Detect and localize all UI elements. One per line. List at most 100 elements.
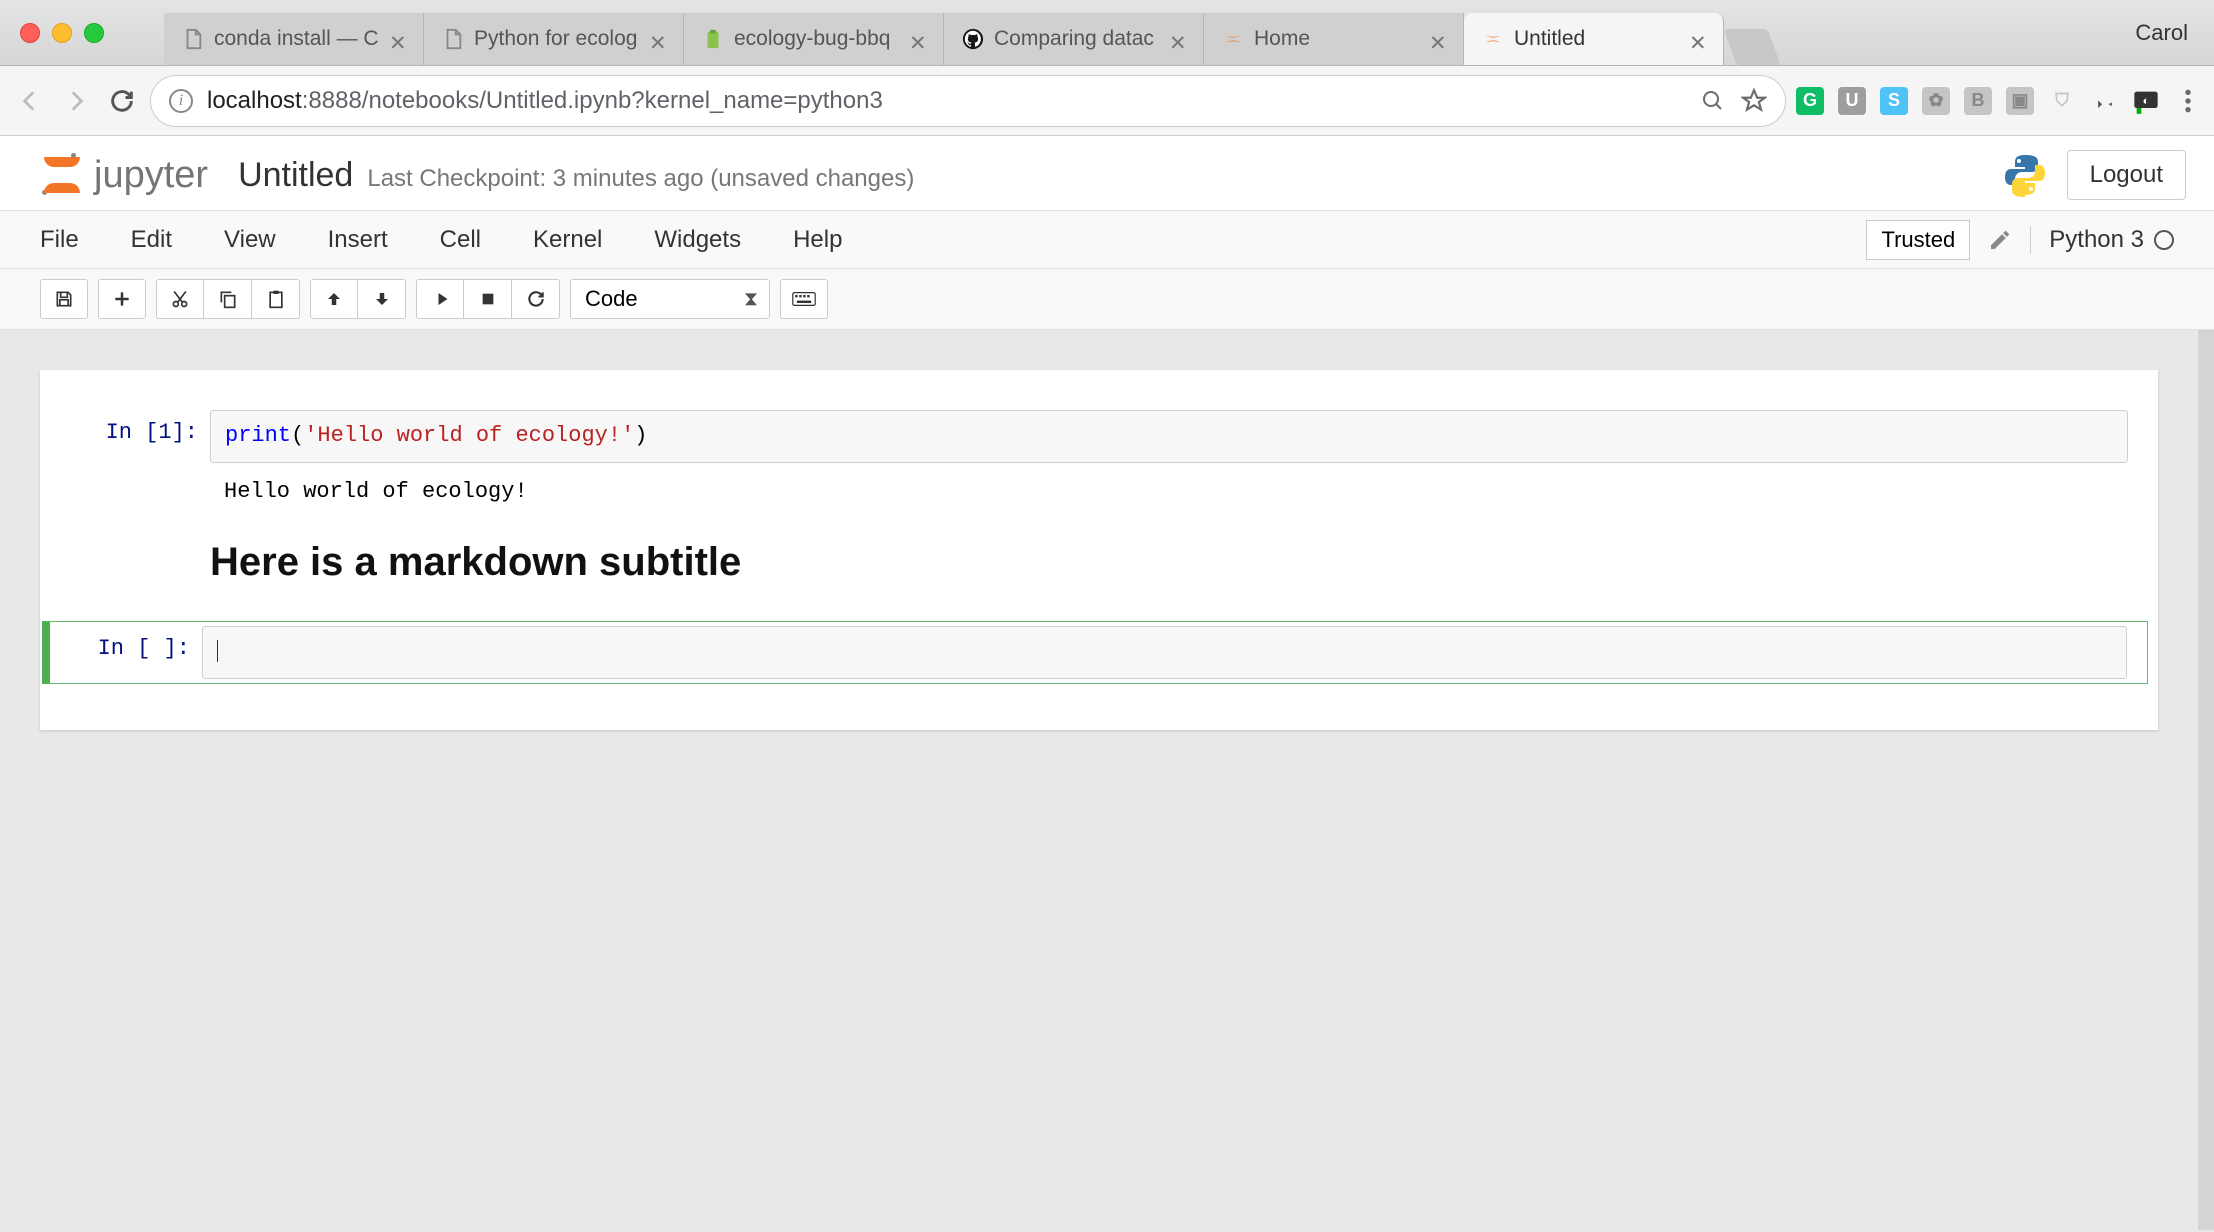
skype-ext-icon[interactable]: S	[1880, 87, 1908, 115]
code-token: 'Hello world of ecology!'	[304, 423, 634, 448]
jupyter-menubar: File Edit View Insert Cell Kernel Widget…	[0, 211, 2214, 269]
code-cell-1[interactable]: In [1]: print('Hello world of ecology!')	[50, 410, 2148, 463]
code-input[interactable]	[202, 626, 2127, 679]
markdown-cell[interactable]: Here is a markdown subtitle	[50, 520, 2148, 615]
ublock-ext-icon[interactable]: U	[1838, 87, 1866, 115]
menu-insert[interactable]: Insert	[302, 226, 414, 254]
chrome-menu-icon[interactable]	[2174, 87, 2202, 115]
menu-view[interactable]: View	[198, 226, 302, 254]
pin-icon[interactable]	[2090, 87, 2118, 115]
jupyter-toolbar: Code	[0, 269, 2214, 330]
back-button[interactable]	[12, 83, 48, 119]
new-tab-button[interactable]	[1723, 29, 1780, 65]
github-icon	[962, 28, 984, 50]
close-icon[interactable]: ✕	[1689, 31, 1705, 47]
maximize-window-button[interactable]	[84, 23, 104, 43]
restart-button[interactable]	[512, 279, 560, 319]
zoom-icon[interactable]	[1701, 89, 1725, 113]
site-info-icon[interactable]: i	[169, 89, 193, 113]
notebook-container: In [1]: print('Hello world of ecology!')…	[0, 330, 2214, 1230]
ext-icon-b[interactable]: B	[1964, 87, 1992, 115]
add-cell-button[interactable]	[98, 279, 146, 319]
command-palette-button[interactable]	[780, 279, 828, 319]
close-icon[interactable]: ✕	[389, 31, 405, 47]
tab-ecology-bug-bbq[interactable]: ecology-bug-bbq ✕	[684, 13, 944, 65]
ext-icon-shield[interactable]: ⛉	[2048, 87, 2076, 115]
md-prompt	[50, 520, 210, 615]
ext-icon-video[interactable]: ▣	[2006, 87, 2034, 115]
code-token: print	[225, 423, 291, 448]
tab-jupyter-home[interactable]: Home ✕	[1204, 13, 1464, 65]
save-button[interactable]	[40, 279, 88, 319]
address-bar[interactable]: i localhost:8888/notebooks/Untitled.ipyn…	[150, 75, 1786, 127]
tab-label: Comparing datac	[994, 27, 1159, 51]
kernel-indicator[interactable]: Python 3	[2030, 226, 2174, 254]
kernel-name: Python 3	[2049, 226, 2144, 254]
move-up-button[interactable]	[310, 279, 358, 319]
run-button[interactable]	[416, 279, 464, 319]
output-prompt	[50, 469, 210, 514]
logout-button[interactable]: Logout	[2067, 150, 2186, 200]
code-token: )	[634, 423, 647, 448]
jupyter-icon	[1222, 28, 1244, 50]
url-port: :8888	[302, 87, 362, 114]
jupyter-logo-icon	[40, 153, 84, 197]
tab-python-ecology[interactable]: Python for ecolog ✕	[424, 13, 684, 65]
close-icon[interactable]: ✕	[1429, 31, 1445, 47]
paste-button[interactable]	[252, 279, 300, 319]
code-token: (	[291, 423, 304, 448]
minimize-window-button[interactable]	[52, 23, 72, 43]
jupyter-logo[interactable]: jupyter	[40, 153, 208, 197]
menu-kernel[interactable]: Kernel	[507, 226, 628, 254]
move-down-button[interactable]	[358, 279, 406, 319]
tab-label: ecology-bug-bbq	[734, 27, 899, 51]
trusted-indicator[interactable]: Trusted	[1866, 220, 1970, 260]
kernel-status-icon	[2154, 230, 2174, 250]
clipboard-icon	[702, 28, 724, 50]
url-host: localhost	[207, 87, 302, 114]
interrupt-button[interactable]	[464, 279, 512, 319]
tab-github-comparing[interactable]: Comparing datac ✕	[944, 13, 1204, 65]
browser-titlebar: conda install — C ✕ Python for ecolog ✕ …	[0, 0, 2214, 66]
menu-edit[interactable]: Edit	[105, 226, 198, 254]
extension-icons: G U S ✿ B ▣ ⛉ ◐	[1796, 87, 2202, 115]
code-cell-2[interactable]: In [ ]:	[42, 621, 2148, 684]
menu-widgets[interactable]: Widgets	[628, 226, 767, 254]
markdown-heading: Here is a markdown subtitle	[210, 540, 2148, 585]
close-icon[interactable]: ✕	[649, 31, 665, 47]
bookmark-star-icon[interactable]	[1741, 88, 1767, 114]
reload-button[interactable]	[104, 83, 140, 119]
copy-button[interactable]	[204, 279, 252, 319]
tab-untitled-notebook[interactable]: Untitled ✕	[1464, 13, 1724, 65]
tampermonkey-ext-icon[interactable]: ◐	[2132, 87, 2160, 115]
tab-conda-install[interactable]: conda install — C ✕	[164, 13, 424, 65]
python-logo-icon	[2001, 151, 2049, 199]
grammarly-ext-icon[interactable]: G	[1796, 87, 1824, 115]
profile-name[interactable]: Carol	[2135, 20, 2202, 46]
edit-metadata-icon[interactable]	[1988, 228, 2012, 252]
stdout-output: Hello world of ecology!	[210, 469, 2148, 514]
tab-label: Untitled	[1514, 27, 1679, 51]
close-icon[interactable]: ✕	[909, 31, 925, 47]
tab-label: Home	[1254, 27, 1419, 51]
window-controls	[20, 23, 104, 43]
notebook-title[interactable]: Untitled	[238, 156, 353, 195]
checkpoint-status: Last Checkpoint: 3 minutes ago (unsaved …	[367, 165, 914, 193]
close-window-button[interactable]	[20, 23, 40, 43]
menu-help[interactable]: Help	[767, 226, 868, 254]
code-input[interactable]: print('Hello world of ecology!')	[210, 410, 2128, 463]
close-icon[interactable]: ✕	[1169, 31, 1185, 47]
svg-text:◐: ◐	[2142, 94, 2149, 107]
settings-ext-icon[interactable]: ✿	[1922, 87, 1950, 115]
cut-button[interactable]	[156, 279, 204, 319]
text-cursor	[217, 640, 218, 662]
menu-file[interactable]: File	[40, 226, 105, 254]
celltype-dropdown[interactable]: Code	[570, 279, 770, 319]
jupyter-icon	[1482, 28, 1504, 50]
forward-button[interactable]	[58, 83, 94, 119]
notebook: In [1]: print('Hello world of ecology!')…	[40, 370, 2158, 730]
jupyter-header: jupyter Untitled Last Checkpoint: 3 minu…	[0, 136, 2214, 211]
url-text: localhost:8888/notebooks/Untitled.ipynb?…	[207, 87, 883, 115]
address-bar-row: i localhost:8888/notebooks/Untitled.ipyn…	[0, 66, 2214, 136]
menu-cell[interactable]: Cell	[414, 226, 507, 254]
